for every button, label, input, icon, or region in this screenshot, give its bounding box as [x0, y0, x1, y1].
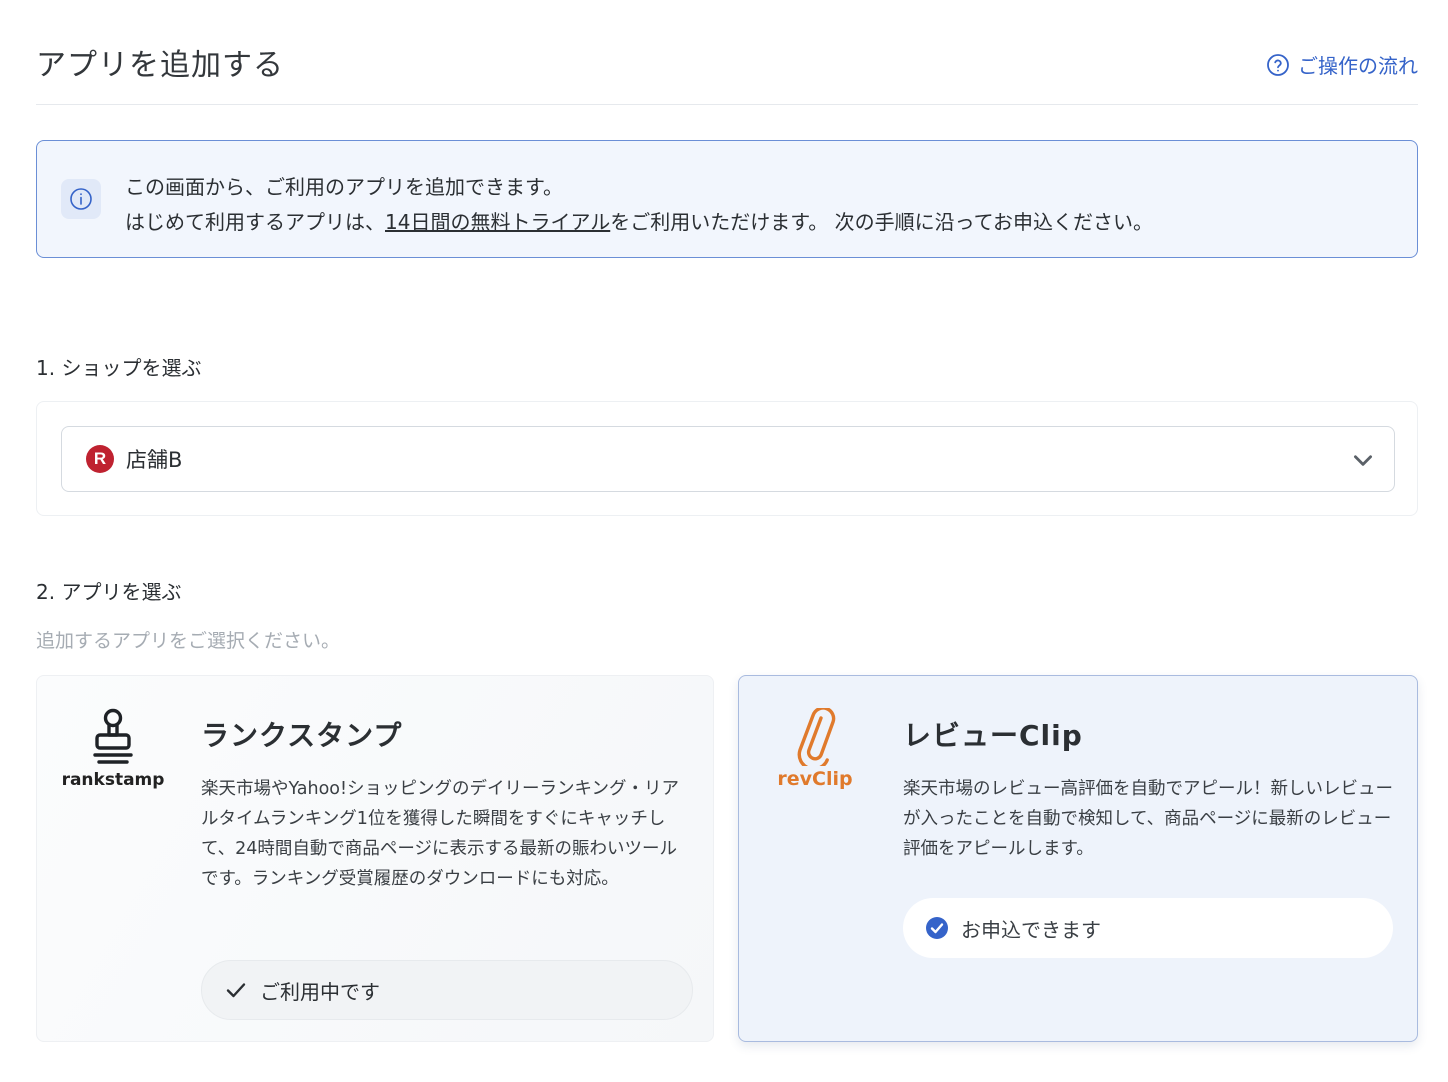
rankstamp-logo-text: rankstamp: [61, 770, 165, 790]
info-icon: [61, 179, 101, 219]
check-icon: [226, 983, 246, 998]
info-line-2: はじめて利用するアプリは、14日間の無料トライアルをご利用いただけます。 次の手…: [125, 206, 1153, 235]
step2-label: 2. アプリを選ぶ: [36, 580, 182, 604]
app-card-revclip[interactable]: revClip レビューClip 楽天市場のレビュー高評価を自動でアピール！新し…: [738, 675, 1418, 1042]
rankstamp-status-label: ご利用中です: [260, 979, 380, 1004]
app-card-rankstamp[interactable]: rankstamp ランクスタンプ 楽天市場やYahoo!ショッピングのデイリー…: [36, 675, 714, 1042]
info-banner: この画面から、ご利用のアプリを追加できます。 はじめて利用するアプリは、14日間…: [36, 140, 1418, 258]
step1-label: 1. ショップを選ぶ: [36, 356, 202, 380]
rankstamp-logo: rankstamp: [61, 708, 165, 790]
info-line-1: この画面から、ご利用のアプリを追加できます。: [125, 175, 563, 199]
chevron-down-icon: [1354, 455, 1372, 466]
free-trial-link[interactable]: 14日間の無料トライアル: [385, 210, 610, 234]
revclip-logo-text: revClip: [777, 768, 853, 790]
revclip-apply-button[interactable]: お申込できます: [903, 898, 1393, 958]
revclip-title: レビューClip: [903, 719, 1083, 752]
shop-select[interactable]: R 店舗B: [61, 426, 1395, 492]
revclip-description: 楽天市場のレビュー高評価を自動でアピール！新しいレビューが入ったことを自動で検知…: [903, 779, 1393, 859]
title-divider: [36, 104, 1418, 105]
help-link[interactable]: ご操作の流れ: [1266, 50, 1418, 79]
help-link-label: ご操作の流れ: [1298, 54, 1418, 78]
rakuten-icon: R: [86, 445, 114, 473]
rankstamp-title: ランクスタンプ: [201, 719, 403, 752]
rankstamp-status: ご利用中です: [201, 960, 693, 1020]
check-circle-icon: [926, 917, 948, 939]
question-circle-icon: [1267, 53, 1289, 76]
app-select-hint: 追加するアプリをご選択ください。: [36, 630, 341, 652]
paperclip-icon: [797, 708, 836, 766]
revclip-logo: revClip: [763, 708, 867, 790]
revclip-status-label: お申込できます: [961, 917, 1101, 942]
stamp-icon: [93, 708, 133, 764]
info-line-2-suffix: をご利用いただけます。 次の手順に沿ってお申込ください。: [610, 210, 1154, 234]
shop-panel: R 店舗B: [36, 401, 1418, 516]
selected-shop-name: 店舗B: [126, 448, 183, 472]
rankstamp-description: 楽天市場やYahoo!ショッピングのデイリーランキング・リアルタイムランキング1…: [201, 779, 679, 889]
info-line-2-prefix: はじめて利用するアプリは、: [125, 210, 385, 234]
page-title: アプリを追加する: [36, 48, 284, 83]
